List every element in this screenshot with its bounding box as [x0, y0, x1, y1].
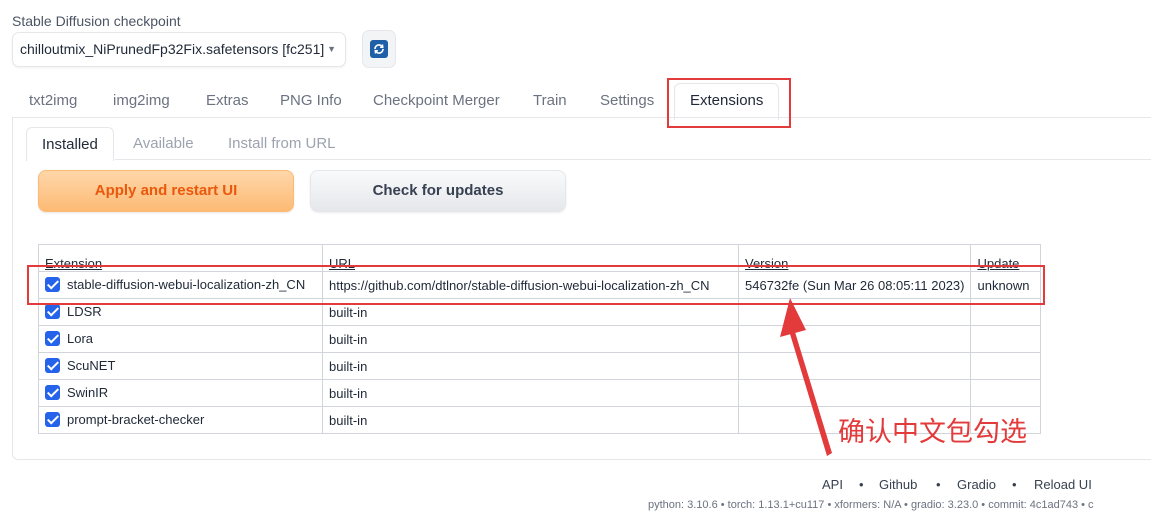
extension-url: built-in	[322, 406, 739, 434]
table-row: SwinIR built-in	[38, 379, 1042, 407]
extension-name: LDSR	[67, 303, 102, 319]
extension-cell: ScuNET	[38, 352, 323, 380]
extension-enabled-checkbox[interactable]	[45, 331, 60, 347]
extension-cell: prompt-bracket-checker	[38, 406, 323, 434]
extension-enabled-checkbox[interactable]	[45, 304, 60, 320]
tab-train[interactable]: Train	[533, 84, 567, 118]
extensions-tab-highlight	[667, 78, 791, 128]
annotation-arrow-icon	[780, 298, 832, 456]
apply-and-restart-button[interactable]: Apply and restart UI	[38, 170, 294, 212]
extension-url: built-in	[322, 379, 739, 407]
localization-row-highlight	[27, 265, 1045, 305]
footer-separator: •	[859, 477, 864, 492]
extension-name: SwinIR	[67, 384, 109, 400]
footer-separator: •	[936, 477, 941, 492]
subtab-installed[interactable]: Installed	[26, 127, 114, 161]
extension-update-status	[970, 352, 1042, 380]
extension-version	[737, 352, 972, 380]
extension-enabled-checkbox[interactable]	[45, 358, 60, 374]
tab-extras[interactable]: Extras	[206, 84, 249, 118]
chevron-down-icon: ▼	[327, 44, 336, 54]
extension-cell: SwinIR	[38, 379, 323, 407]
extension-name: Lora	[67, 330, 94, 346]
extension-cell: Lora	[38, 325, 323, 353]
refresh-icon	[370, 40, 388, 58]
subtab-install-from-url[interactable]: Install from URL	[228, 127, 336, 161]
tab-settings[interactable]: Settings	[600, 84, 654, 118]
extension-name: ScuNET	[67, 357, 116, 373]
extension-url: built-in	[322, 352, 739, 380]
footer-github-link[interactable]: Github	[879, 477, 917, 492]
footer-separator: •	[1012, 477, 1017, 492]
footer-reload-ui-link[interactable]: Reload UI	[1034, 477, 1092, 492]
tab-checkpoint-merger[interactable]: Checkpoint Merger	[373, 84, 500, 118]
annotation-text: 确认中文包勾选	[838, 417, 1027, 448]
extension-name: prompt-bracket-checker	[67, 411, 205, 427]
extension-version	[737, 325, 972, 353]
footer-api-link[interactable]: API	[822, 477, 843, 492]
subtab-available[interactable]: Available	[133, 127, 194, 161]
footer-version-info: python: 3.10.6 • torch: 1.13.1+cu117 • x…	[648, 499, 1094, 511]
extension-url: built-in	[322, 325, 739, 353]
extension-version	[737, 379, 972, 407]
extension-update-status	[970, 379, 1042, 407]
tab-txt2img[interactable]: txt2img	[29, 84, 77, 118]
subtab-divider	[115, 159, 1151, 160]
refresh-checkpoint-button[interactable]	[362, 30, 396, 68]
tab-png-info[interactable]: PNG Info	[280, 84, 342, 118]
footer-gradio-link[interactable]: Gradio	[957, 477, 996, 492]
checkpoint-label: Stable Diffusion checkpoint	[12, 13, 181, 29]
tab-img2img[interactable]: img2img	[113, 84, 170, 118]
extension-enabled-checkbox[interactable]	[45, 385, 60, 401]
checkpoint-select[interactable]: chilloutmix_NiPrunedFp32Fix.safetensors …	[12, 32, 346, 67]
table-row: Lora built-in	[38, 325, 1042, 353]
extension-update-status	[970, 325, 1042, 353]
check-for-updates-button[interactable]: Check for updates	[310, 170, 566, 212]
extension-enabled-checkbox[interactable]	[45, 412, 60, 428]
checkpoint-select-value: chilloutmix_NiPrunedFp32Fix.safetensors …	[20, 41, 325, 57]
table-row: ScuNET built-in	[38, 352, 1042, 380]
